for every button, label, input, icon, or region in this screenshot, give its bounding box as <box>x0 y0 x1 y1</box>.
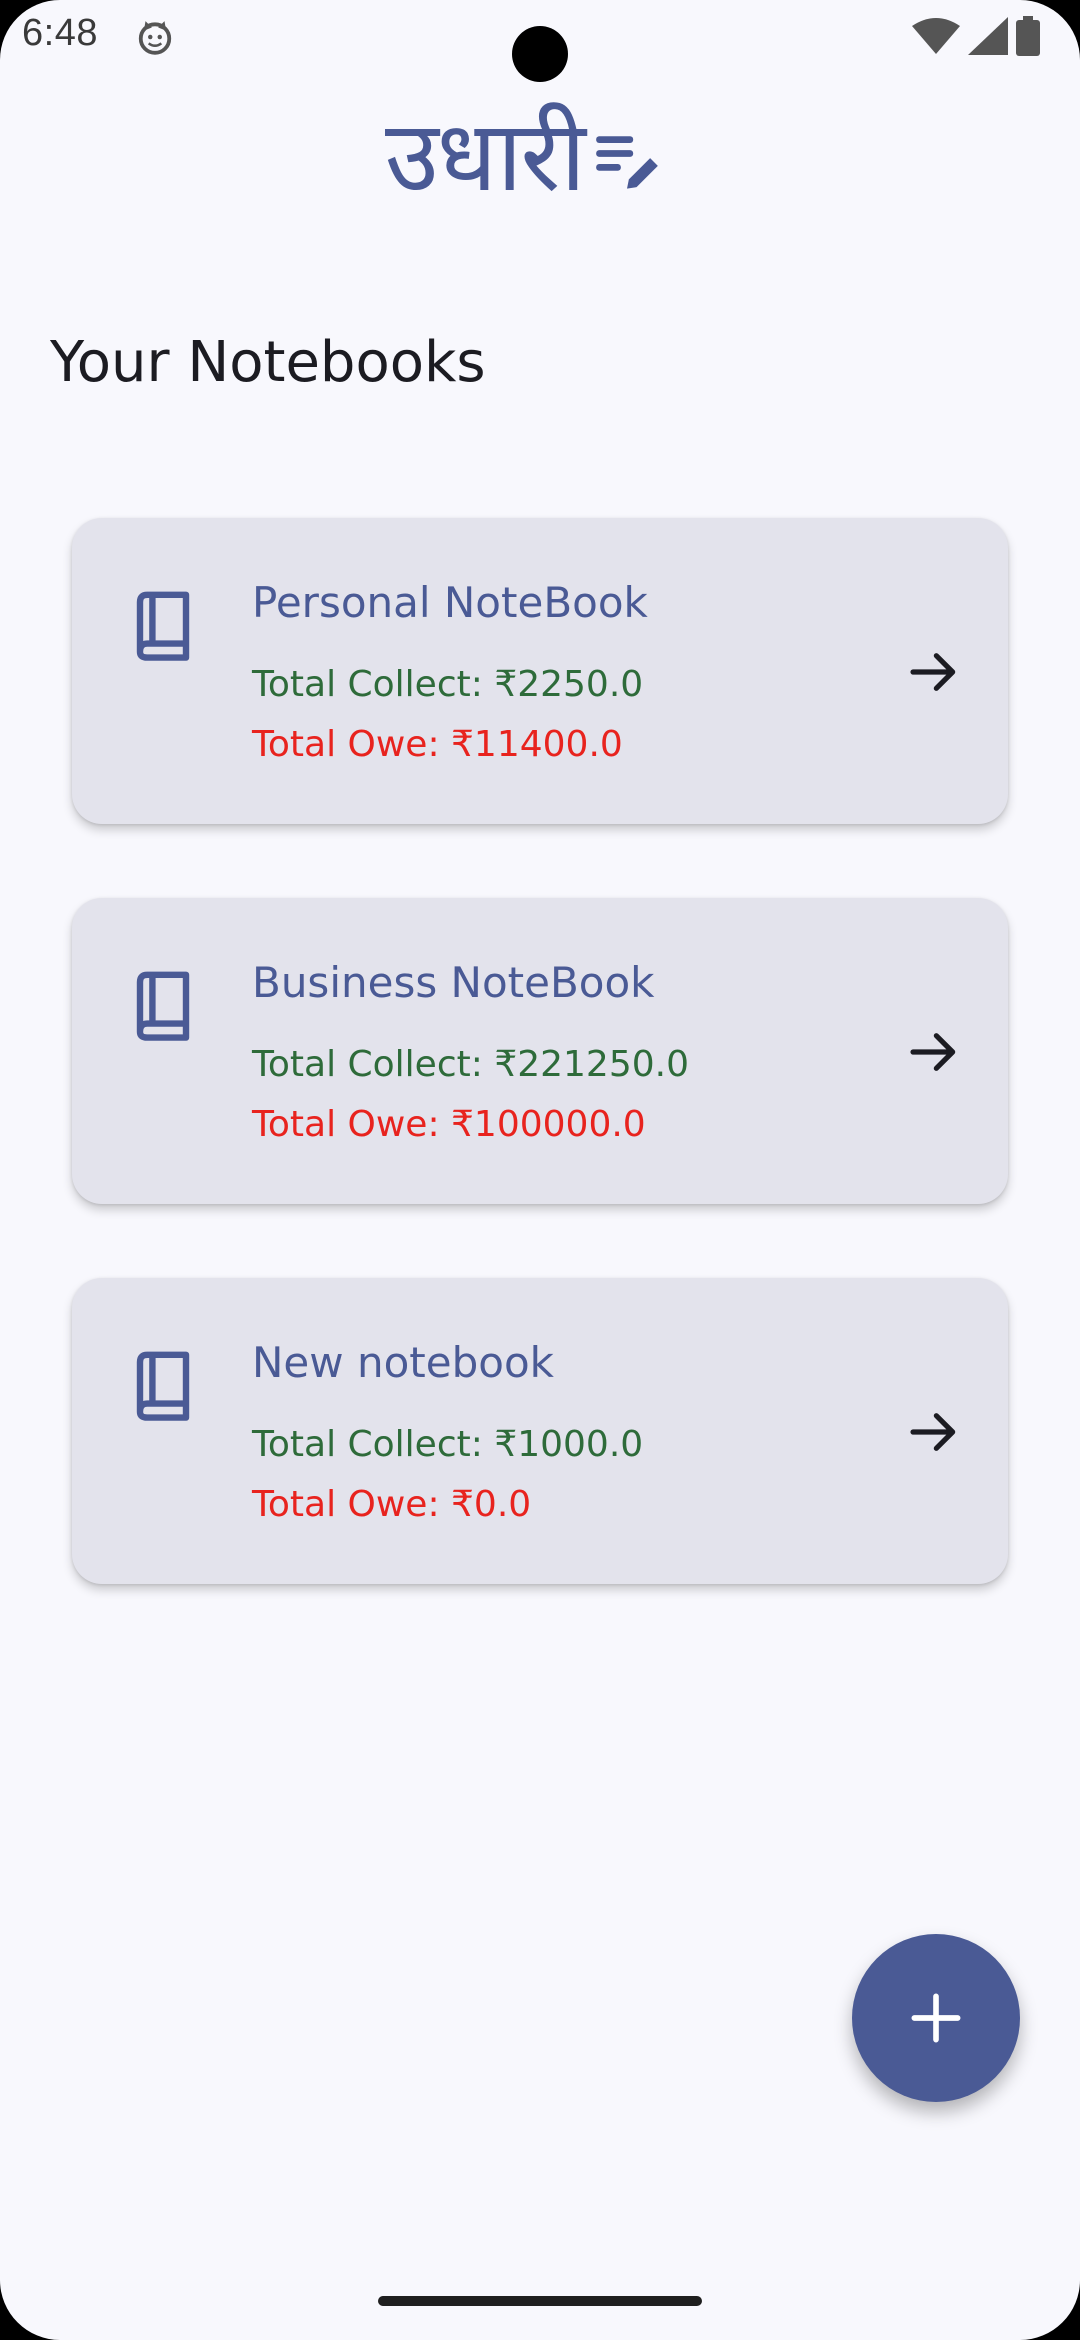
total-owe: Total Owe: ₹0.0 <box>252 1484 532 1525</box>
total-owe: Total Owe: ₹100000.0 <box>252 1104 646 1145</box>
app-logo-text: उधारी <box>385 100 586 214</box>
total-collect: Total Collect: ₹1000.0 <box>252 1424 644 1465</box>
notebook-name: New notebook <box>252 1338 554 1387</box>
gesture-nav-handle[interactable] <box>378 2296 702 2306</box>
notebook-name: Business NoteBook <box>252 958 655 1007</box>
add-notebook-button[interactable] <box>852 1934 1020 2102</box>
status-bar: 6:48 <box>0 0 1080 82</box>
notes-edit-icon <box>595 136 658 189</box>
notebook-list: Personal NoteBook Total Collect: ₹2250.0… <box>72 518 1008 1658</box>
camera-cutout <box>512 26 568 82</box>
phone-screen: 6:48 उधारी Your Notebooks Personal NoteB… <box>0 0 1080 2340</box>
total-collect: Total Collect: ₹2250.0 <box>252 664 644 705</box>
notebook-name: Personal NoteBook <box>252 578 648 627</box>
notebook-card-new[interactable]: New notebook Total Collect: ₹1000.0 Tota… <box>72 1278 1008 1584</box>
notebook-card-business[interactable]: Business NoteBook Total Collect: ₹221250… <box>72 898 1008 1204</box>
book-icon <box>136 591 190 661</box>
status-icons <box>912 16 1040 56</box>
signal-icon <box>968 17 1008 55</box>
app-logo: उधारी <box>385 92 664 222</box>
wifi-icon <box>912 18 960 54</box>
book-icon <box>136 971 190 1041</box>
book-icon <box>136 1351 190 1421</box>
plus-icon <box>911 1993 961 2043</box>
cat-notification-icon <box>138 21 172 55</box>
notebook-card-personal[interactable]: Personal NoteBook Total Collect: ₹2250.0… <box>72 518 1008 824</box>
status-time: 6:48 <box>22 12 98 54</box>
battery-icon <box>1016 16 1040 56</box>
arrow-right-icon[interactable] <box>906 1024 962 1080</box>
total-collect: Total Collect: ₹221250.0 <box>252 1044 689 1085</box>
arrow-right-icon[interactable] <box>906 1404 962 1460</box>
total-owe: Total Owe: ₹11400.0 <box>252 724 623 765</box>
arrow-right-icon[interactable] <box>906 644 962 700</box>
page-title: Your Notebooks <box>50 330 486 395</box>
